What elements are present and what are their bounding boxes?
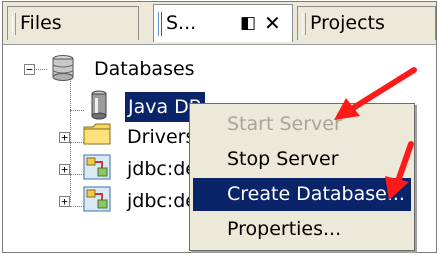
tree-item-drivers[interactable]: Drivers (127, 122, 195, 152)
connection-icon (83, 154, 111, 180)
menu-item-properties[interactable]: Properties... (193, 213, 411, 246)
tab-grip (12, 13, 16, 35)
tab-services-label: S... (166, 12, 197, 34)
folder-icon (83, 123, 111, 145)
annotation-arrow-icon (334, 67, 417, 120)
tab-grip (302, 13, 306, 35)
close-tab-icon[interactable]: ✕ (264, 5, 281, 41)
tab-projects-label: Projects (310, 12, 385, 34)
minimize-window-icon[interactable]: ◧ (240, 5, 256, 41)
expand-toggle[interactable]: + (59, 132, 70, 143)
tree-item-jdbc-connection[interactable]: jdbc:de (127, 186, 197, 216)
tree-guide-line (70, 142, 84, 143)
tree-item-jdbc-connection[interactable]: jdbc:de (127, 154, 197, 184)
menu-item-stop-server[interactable]: Stop Server (193, 143, 411, 176)
database-icon (52, 55, 74, 81)
expand-toggle[interactable]: + (59, 164, 70, 175)
tree-guide-line (70, 206, 84, 207)
tab-grip (158, 12, 162, 36)
collapse-toggle[interactable]: − (24, 64, 35, 75)
tree-item-databases[interactable]: Databases (94, 54, 195, 84)
tab-files[interactable]: Files (7, 6, 139, 40)
tab-projects[interactable]: Projects (297, 6, 436, 40)
tab-strip: Files S... ◧ ✕ Projects (3, 2, 436, 45)
tree-guide-line (33, 69, 47, 70)
tab-files-label: Files (20, 12, 62, 34)
services-window: Files S... ◧ ✕ Projects − Databases Java… (2, 1, 437, 253)
tree-guide-line (70, 174, 84, 175)
server-icon (91, 90, 107, 120)
tree-guide-line (70, 78, 71, 202)
annotation-arrow-icon (385, 141, 414, 200)
connection-icon (83, 186, 111, 212)
expand-toggle[interactable]: + (59, 196, 70, 207)
tab-services[interactable]: S... ◧ ✕ (153, 4, 293, 42)
tree-guide-line (70, 110, 84, 111)
menu-item-create-database[interactable]: Create Database... (193, 178, 411, 211)
